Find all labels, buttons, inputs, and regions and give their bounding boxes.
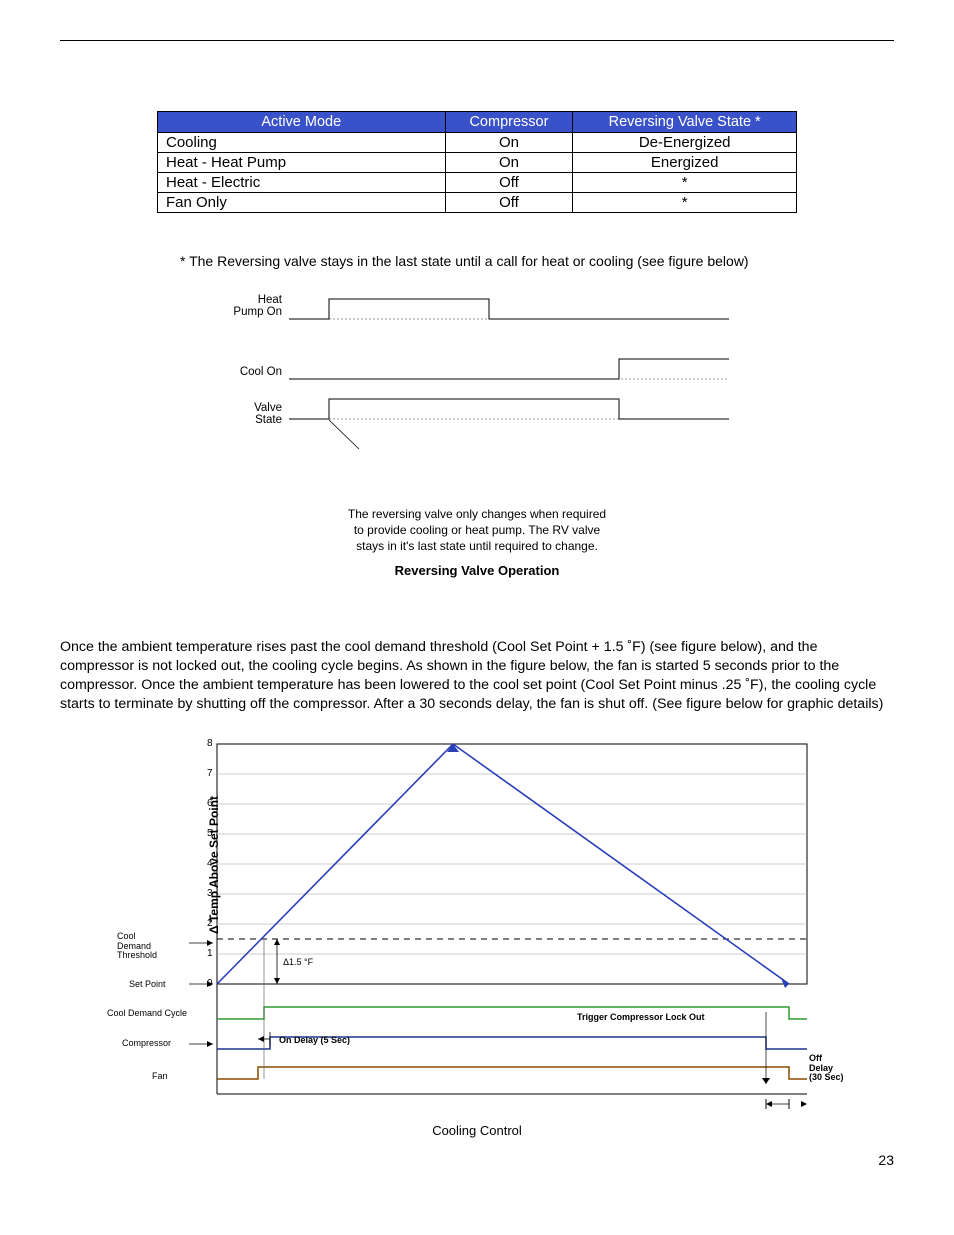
cell: Off — [445, 173, 573, 193]
label-set-point: Set Point — [129, 980, 166, 989]
mode-table: Active Mode Compressor Reversing Valve S… — [157, 111, 797, 213]
cell: Off — [445, 193, 573, 213]
cell: Heat - Electric — [158, 173, 446, 193]
label-cool-demand-threshold: Cool Demand Threshold — [117, 932, 173, 960]
y-tick: 8 — [207, 738, 213, 749]
note-line: The reversing valve only changes when re… — [348, 507, 606, 521]
cell: Heat - Heat Pump — [158, 153, 446, 173]
reversing-valve-diagram: Heat Pump On Cool On Valve State — [227, 294, 727, 494]
y-tick: 0 — [207, 978, 213, 989]
cooling-control-chart: Δ Temp Above Set Point 8 7 6 5 4 3 2 1 0… — [107, 734, 847, 1138]
cell: De-Energized — [573, 133, 797, 153]
cell: Fan Only — [158, 193, 446, 213]
table-row: Fan Only Off * — [158, 193, 797, 213]
note-line: stays in it's last state until required … — [356, 539, 598, 553]
y-tick: 6 — [207, 798, 213, 809]
table-row: Heat - Electric Off * — [158, 173, 797, 193]
th-reversing-valve: Reversing Valve State * — [573, 112, 797, 133]
y-tick: 2 — [207, 918, 213, 929]
cell: * — [573, 173, 797, 193]
table-header-row: Active Mode Compressor Reversing Valve S… — [158, 112, 797, 133]
label-cool-on: Cool On — [222, 366, 282, 378]
table-row: Cooling On De-Energized — [158, 133, 797, 153]
y-tick: 3 — [207, 888, 213, 899]
th-compressor: Compressor — [445, 112, 573, 133]
y-tick: 4 — [207, 858, 213, 869]
label-trigger-lockout: Trigger Compressor Lock Out — [577, 1013, 705, 1022]
label-fan: Fan — [152, 1072, 168, 1081]
label-on-delay: On Delay (5 Sec) — [279, 1036, 350, 1045]
label-cool-demand-cycle: Cool Demand Cycle — [107, 1009, 187, 1018]
top-rule — [60, 40, 894, 41]
label-delta: Δ1.5 °F — [283, 958, 313, 967]
label-heat-pump: Heat Pump On — [222, 294, 282, 318]
y-tick: 1 — [207, 948, 213, 959]
y-tick: 7 — [207, 768, 213, 779]
chart-caption: Cooling Control — [107, 1123, 847, 1138]
cell: * — [573, 193, 797, 213]
cell: On — [445, 133, 573, 153]
table-row: Heat - Heat Pump On Energized — [158, 153, 797, 173]
diagram1-caption: Reversing Valve Operation — [60, 563, 894, 578]
body-paragraph: Once the ambient temperature rises past … — [60, 638, 894, 715]
label-off-delay: Off Delay (30 Sec) — [809, 1054, 844, 1082]
cell: On — [445, 153, 573, 173]
th-active-mode: Active Mode — [158, 112, 446, 133]
cell: Cooling — [158, 133, 446, 153]
cell: Energized — [573, 153, 797, 173]
table-footnote: * The Reversing valve stays in the last … — [180, 253, 894, 269]
diagram-note: The reversing valve only changes when re… — [307, 506, 647, 555]
page-number: 23 — [60, 1152, 894, 1168]
label-valve-state: Valve State — [222, 402, 282, 426]
y-tick: 5 — [207, 828, 213, 839]
note-line: to provide cooling or heat pump. The RV … — [354, 523, 600, 537]
label-compressor: Compressor — [122, 1039, 171, 1048]
timing-svg — [289, 294, 729, 474]
